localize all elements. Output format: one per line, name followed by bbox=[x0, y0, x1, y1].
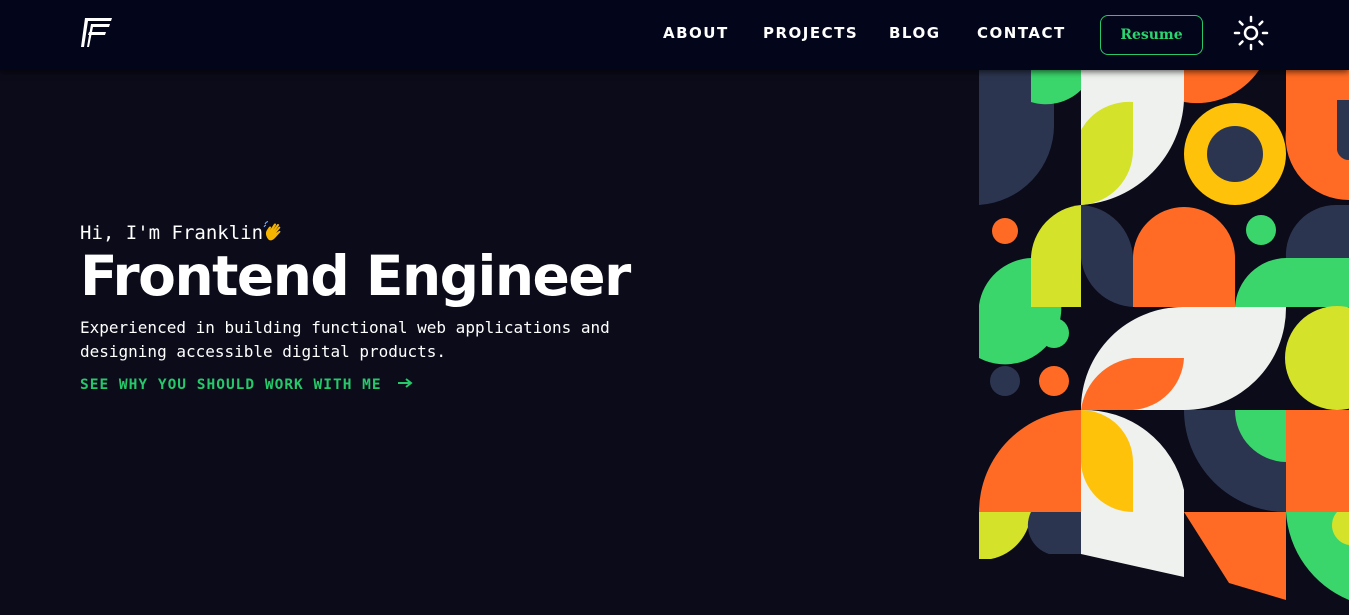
greeting-text: Hi, I'm Franklin bbox=[80, 222, 264, 244]
hero-greeting: Hi, I'm Franklin bbox=[80, 220, 285, 244]
nav-link-contact[interactable]: CONTACT bbox=[977, 24, 1066, 42]
top-navigation: ABOUT PROJECTS BLOG CONTACT Resume bbox=[0, 0, 1349, 70]
ff-logo-icon[interactable] bbox=[80, 16, 112, 48]
sun-icon[interactable] bbox=[1233, 15, 1269, 51]
nav-link-about[interactable]: ABOUT bbox=[663, 24, 729, 42]
work-with-me-link[interactable]: SEE WHY YOU SHOULD WORK WITH ME bbox=[80, 377, 414, 393]
arrow-right-icon bbox=[397, 378, 413, 388]
waving-hand-icon bbox=[263, 221, 281, 241]
cta-label: SEE WHY YOU SHOULD WORK WITH ME bbox=[80, 377, 382, 393]
nav-link-blog[interactable]: BLOG bbox=[889, 24, 941, 42]
nav-link-projects[interactable]: PROJECTS bbox=[763, 24, 858, 42]
hero-tagline: Experienced in building functional web a… bbox=[80, 318, 610, 361]
hero-headline: Frontend Engineer bbox=[80, 244, 631, 308]
resume-button[interactable]: Resume bbox=[1100, 15, 1203, 55]
geometric-pattern-illustration bbox=[979, 70, 1349, 600]
